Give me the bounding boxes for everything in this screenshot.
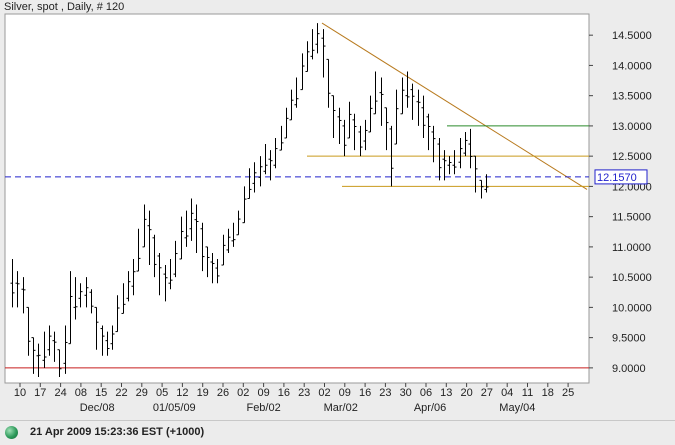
x-month-label: Apr/06 (414, 402, 446, 414)
x-tick-label: 09 (339, 387, 351, 399)
x-tick-label: 29 (136, 387, 148, 399)
x-tick-label: 04 (501, 387, 513, 399)
x-month-label: Dec/08 (80, 402, 115, 414)
y-tick-label: 9.5000 (612, 333, 646, 345)
x-tick-label: 27 (481, 387, 493, 399)
x-month-label: Mar/02 (324, 402, 358, 414)
x-tick-label: 12 (176, 387, 188, 399)
x-tick-label: 17 (34, 387, 46, 399)
x-tick-label: 30 (400, 387, 412, 399)
x-tick-label: 23 (379, 387, 391, 399)
x-tick-label: 02 (237, 387, 249, 399)
x-tick-label: 18 (542, 387, 554, 399)
x-tick-label: 26 (217, 387, 229, 399)
connection-status-icon (5, 426, 18, 439)
x-tick-label: 19 (197, 387, 209, 399)
x-tick-label: 02 (318, 387, 330, 399)
x-tick-label: 23 (298, 387, 310, 399)
x-tick-label: 24 (54, 387, 66, 399)
x-tick-label: 11 (522, 387, 533, 399)
y-tick-label: 11.0000 (612, 242, 651, 254)
x-tick-label: 20 (460, 387, 472, 399)
x-tick-label: 16 (359, 387, 371, 399)
x-tick-label: 08 (75, 387, 87, 399)
price-chart[interactable]: 9.0000 9.5000 10.0000 10.5000 11.0000 11.5000… (0, 0, 675, 420)
y-tick-label: 11.5000 (612, 212, 651, 224)
status-datetime: 21 Apr 2009 15:23:36 EST (+1000) (30, 426, 205, 438)
x-tick-label: 06 (420, 387, 432, 399)
x-tick-label: 25 (562, 387, 574, 399)
x-tick-label: 16 (278, 387, 290, 399)
x-tick-label: 15 (95, 387, 107, 399)
y-tick-label: 9.0000 (612, 363, 646, 375)
y-tick-label: 13.0000 (612, 121, 652, 133)
x-tick-label: 22 (115, 387, 127, 399)
y-tick-label: 10.0000 (612, 302, 652, 314)
y-tick-label: 14.0000 (612, 60, 652, 72)
y-tick-label: 13.5000 (612, 91, 652, 103)
y-tick-label: 12.5000 (612, 151, 652, 163)
y-tick-label: 10.5000 (612, 272, 652, 284)
x-month-label: Feb/02 (246, 402, 280, 414)
x-tick-label: 09 (257, 387, 269, 399)
x-tick-label: 13 (440, 387, 452, 399)
x-tick-label: 10 (14, 387, 26, 399)
x-tick-label: 05 (156, 387, 168, 399)
status-bar: 21 Apr 2009 15:23:36 EST (+1000) (0, 420, 675, 445)
plot-area (4, 13, 590, 384)
y-tick-label: 14.5000 (612, 30, 652, 42)
last-price-label: 12.1570 (597, 172, 637, 184)
x-month-label: May/04 (499, 402, 535, 414)
x-month-label: 01/05/09 (153, 402, 196, 414)
